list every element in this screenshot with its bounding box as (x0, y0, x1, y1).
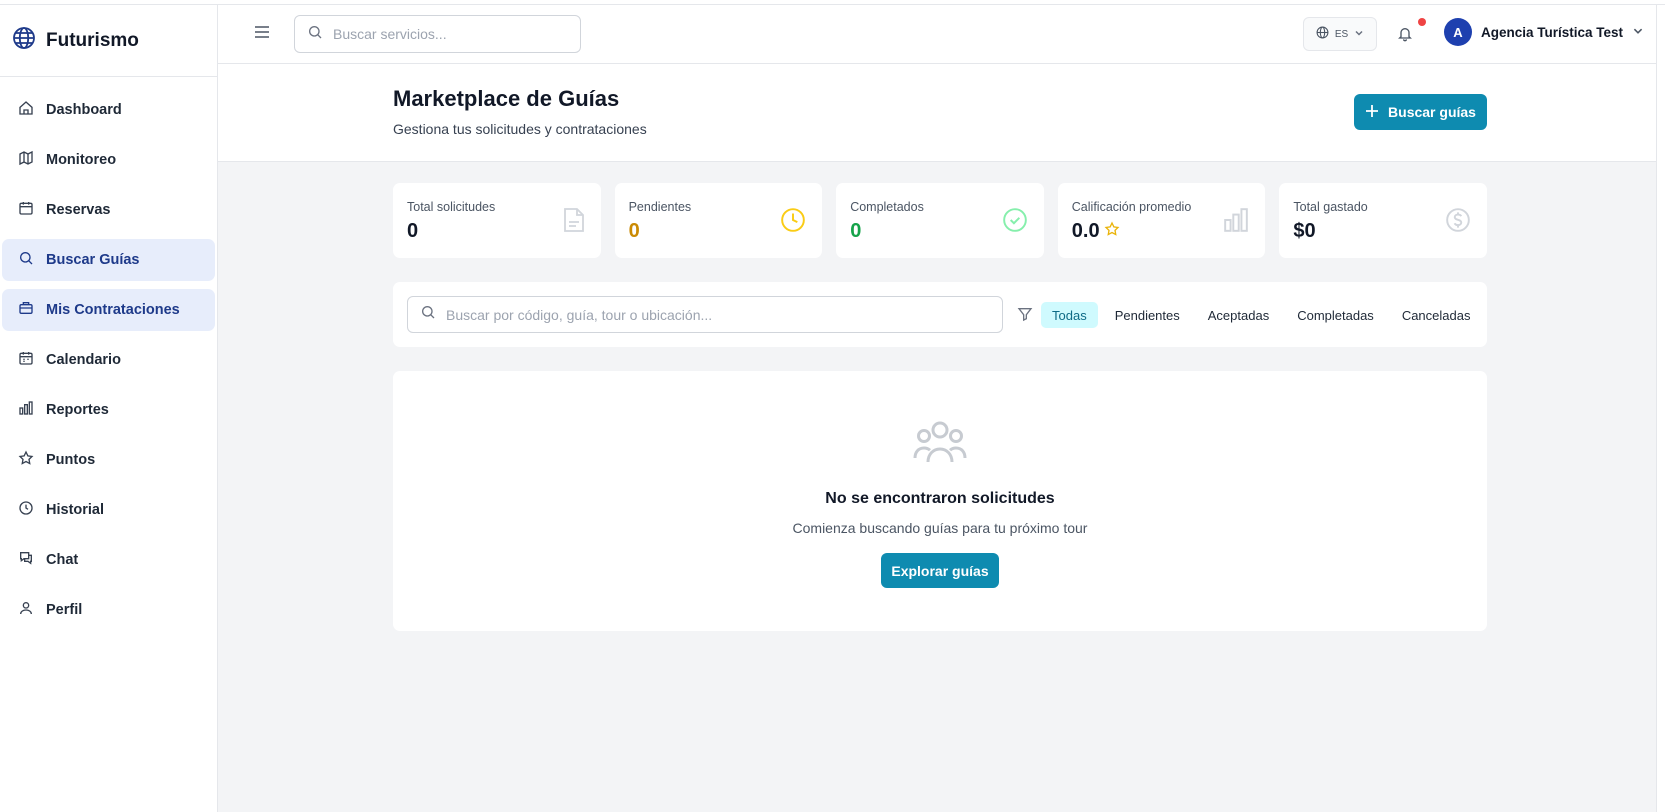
sidebar: Futurismo Dashboard Monitoreo Reservas B… (0, 5, 218, 812)
sidebar-item-label: Monitoreo (46, 152, 117, 168)
chevron-down-icon (1632, 25, 1644, 40)
star-icon (1104, 220, 1120, 243)
sidebar-item-label: Reservas (46, 202, 111, 218)
plus-icon (1365, 104, 1379, 121)
dollar-icon (1445, 207, 1471, 238)
status-tabs: Todas Pendientes Aceptadas Completadas C… (1041, 302, 1481, 328)
filter-funnel-icon[interactable] (1017, 306, 1033, 327)
page-subtitle: Gestiona tus solicitudes y contratacione… (393, 121, 647, 137)
clock-icon (780, 207, 806, 238)
sidebar-item-historial[interactable]: Historial (2, 489, 215, 531)
sidebar-item-label: Mis Contrataciones (46, 302, 180, 318)
menu-icon[interactable] (254, 25, 270, 44)
briefcase-icon (18, 300, 34, 320)
home-icon (18, 100, 34, 120)
stat-number: $0 (1293, 220, 1316, 242)
tab-canceladas[interactable]: Canceladas (1391, 302, 1482, 328)
stat-number: 0.0 (1071, 220, 1100, 242)
request-search-input[interactable] (446, 306, 1002, 323)
sidebar-item-label: Reportes (46, 402, 109, 418)
stat-card-total-solicitudes: Total solicitudes 0 (393, 183, 601, 258)
calendar-days-icon (18, 350, 34, 370)
sidebar-item-buscar-guias[interactable]: Buscar Guías (2, 239, 215, 281)
sidebar-item-perfil[interactable]: Perfil (2, 589, 215, 631)
sidebar-item-label: Calendario (46, 352, 121, 368)
search-services-field[interactable] (294, 15, 581, 53)
stat-label: Total solicitudes (407, 200, 496, 214)
user-name: Agencia Turística Test (1481, 24, 1624, 40)
bar-chart-icon (18, 400, 34, 420)
sidebar-item-dashboard[interactable]: Dashboard (2, 89, 215, 131)
tab-aceptadas[interactable]: Aceptadas (1197, 302, 1280, 328)
sidebar-item-reportes[interactable]: Reportes (2, 389, 215, 431)
scrollbar-track[interactable] (1656, 5, 1665, 812)
sidebar-item-mis-contrataciones[interactable]: Mis Contrataciones (2, 289, 215, 331)
search-icon (420, 304, 436, 325)
explore-guides-button[interactable]: Explorar guías (881, 553, 999, 588)
brand[interactable]: Futurismo (0, 5, 217, 77)
stat-number: 0 (407, 220, 419, 242)
request-search-field[interactable] (407, 296, 1003, 333)
stats-row: Total solicitudes 0 Pendientes 0 Complet… (393, 183, 1487, 258)
sidebar-item-calendario[interactable]: Calendario (2, 339, 215, 381)
sidebar-item-label: Dashboard (46, 102, 122, 118)
page-title: Marketplace de Guías (393, 86, 620, 111)
sidebar-item-chat[interactable]: Chat (2, 539, 215, 581)
search-icon (18, 250, 34, 270)
tab-todas[interactable]: Todas (1041, 302, 1098, 328)
clock-icon (18, 500, 34, 520)
empty-state-title: No se encontraron solicitudes (825, 490, 1055, 507)
user-menu[interactable]: A Agencia Turística Test (1444, 18, 1644, 46)
page-header: Marketplace de Guías Gestiona tus solici… (218, 64, 1656, 162)
buscar-guias-button-label: Buscar guías (1388, 104, 1476, 120)
language-label: ES (1334, 28, 1349, 40)
sidebar-nav: Dashboard Monitoreo Reservas Buscar Guía… (0, 77, 217, 631)
stat-card-pendientes: Pendientes 0 (614, 183, 823, 258)
app-name: Futurismo (46, 29, 139, 51)
tab-pendientes[interactable]: Pendientes (1104, 302, 1191, 328)
stat-number: 0 (850, 220, 862, 242)
stat-card-total-gastado: Total gastado $0 (1279, 183, 1487, 258)
sidebar-item-monitoreo[interactable]: Monitoreo (2, 139, 215, 181)
buscar-guias-button[interactable]: Buscar guías (1354, 94, 1487, 130)
globe-icon (1316, 26, 1329, 42)
stat-card-completados: Completados 0 (836, 183, 1044, 258)
sidebar-item-label: Puntos (46, 452, 96, 468)
notification-dot (1418, 18, 1426, 26)
tab-completadas[interactable]: Completadas (1286, 302, 1385, 328)
sidebar-item-puntos[interactable]: Puntos (2, 439, 215, 481)
filter-bar: Todas Pendientes Aceptadas Completadas C… (393, 282, 1487, 347)
bar-chart-icon (1223, 207, 1249, 238)
search-icon (307, 24, 323, 45)
stat-card-calificacion-promedio: Calificación promedio 0.0 (1057, 183, 1266, 258)
chevron-down-icon (1354, 28, 1364, 41)
avatar: A (1444, 18, 1472, 46)
sidebar-item-label: Historial (46, 502, 105, 518)
globe-logo-icon (12, 26, 36, 55)
user-icon (18, 600, 34, 620)
calendar-icon (18, 200, 34, 220)
document-icon (563, 207, 585, 238)
stat-number: 0 (628, 220, 640, 242)
sidebar-item-label: Buscar Guías (46, 252, 140, 268)
topbar: ES A Agencia Turística Test (218, 5, 1656, 64)
users-group-icon (912, 418, 968, 471)
search-services-input[interactable] (333, 26, 580, 42)
check-circle-icon (1002, 207, 1028, 238)
stat-value: 0 (407, 220, 587, 243)
empty-state: No se encontraron solicitudes Comienza b… (393, 371, 1487, 631)
chat-icon (18, 550, 34, 570)
sidebar-item-label: Chat (46, 552, 79, 568)
star-icon (18, 450, 34, 470)
sidebar-item-label: Perfil (46, 602, 83, 618)
map-icon (18, 150, 34, 170)
sidebar-item-reservas[interactable]: Reservas (2, 189, 215, 231)
empty-state-text: Comienza buscando guías para tu próximo … (792, 520, 1088, 536)
bell-icon[interactable] (1397, 25, 1413, 48)
language-selector[interactable]: ES (1303, 17, 1377, 51)
